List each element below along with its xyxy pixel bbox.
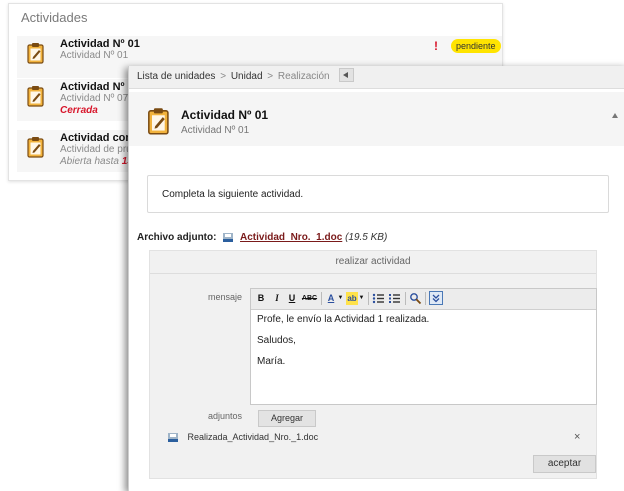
toolbar-divider (321, 292, 322, 305)
submit-button[interactable]: aceptar (533, 455, 596, 473)
open-until-label: Abierta hasta (60, 156, 119, 167)
attached-file-row: Realizada_Actividad_Nro._1.doc (168, 432, 319, 443)
document-icon (223, 232, 234, 242)
strikethrough-button[interactable]: ABC (301, 292, 318, 305)
activity-clipboard-icon (27, 43, 44, 64)
message-content[interactable]: Profe, le envío la Actividad 1 realizada… (257, 314, 429, 377)
breadcrumb: Lista de unidades > Unidad > Realización (129, 66, 624, 89)
activity-subtitle: Actividad Nº 01 (181, 125, 250, 136)
alert-icon: ! (434, 39, 438, 53)
activity-subtitle: Actividad Nº 07 (60, 93, 129, 104)
collapse-arrow-icon[interactable] (612, 113, 618, 118)
breadcrumb-separator: > (220, 71, 227, 82)
message-line: María. (257, 356, 286, 367)
back-arrow-icon[interactable] (339, 68, 355, 83)
breadcrumb-item-units-list[interactable]: Lista de unidades (137, 71, 215, 82)
activity-instructions: Completa la siguiente actividad. (147, 175, 609, 213)
submission-form: realizar actividad mensaje B I U ABC A ▼… (149, 250, 597, 479)
breadcrumb-item-unit[interactable]: Unidad (231, 71, 263, 82)
highlight-color-button[interactable]: ab (346, 292, 358, 305)
message-line: Saludos, (257, 335, 296, 346)
editor-toolbar: B I U ABC A ▼ ab ▼ (251, 289, 596, 310)
highlight-dropdown-icon[interactable]: ▼ (358, 292, 365, 305)
activity-detail-panel: Lista de unidades > Unidad > Realización… (128, 66, 624, 491)
add-attachment-button[interactable]: Agregar (258, 410, 316, 427)
document-icon (168, 433, 178, 443)
attachment-size: (19.5 KB) (345, 232, 388, 243)
message-line: Profe, le envío la Actividad 1 realizada… (257, 314, 430, 325)
activity-clipboard-icon (27, 137, 44, 158)
toolbar-divider (425, 292, 426, 305)
bold-button[interactable]: B (255, 292, 267, 305)
breadcrumb-separator: > (267, 71, 274, 82)
attached-file-name: Realizada_Actividad_Nro._1.doc (187, 432, 319, 442)
expand-toolbar-icon[interactable] (429, 291, 443, 305)
form-title: realizar actividad (150, 251, 596, 274)
bullet-list-icon[interactable] (372, 292, 385, 305)
activity-title: Actividad Nº 01 (60, 38, 140, 50)
activity-title: Actividad Nº 01 (181, 108, 269, 122)
activity-subtitle: Actividad Nº 01 (60, 50, 129, 61)
find-replace-icon[interactable] (409, 292, 422, 305)
numbered-list-icon[interactable] (388, 292, 401, 305)
font-color-button[interactable]: A (325, 292, 337, 305)
attachments-label: adjuntos (207, 411, 242, 421)
activities-list-title: Actividades (21, 10, 88, 25)
message-editor[interactable]: B I U ABC A ▼ ab ▼ Profe, le envío la Ac… (250, 288, 597, 405)
italic-button[interactable]: I (271, 292, 283, 305)
breadcrumb-item-current: Realización (277, 71, 330, 82)
underline-button[interactable]: U (286, 292, 298, 305)
attachment-row: Archivo adjunto: Actividad_Nro._1.doc (1… (137, 232, 387, 243)
status-badge: pendiente (451, 39, 501, 53)
remove-attachment-icon[interactable]: × (574, 431, 580, 443)
font-color-dropdown-icon[interactable]: ▼ (337, 292, 344, 305)
activity-header: Actividad Nº 01 Actividad Nº 01 (129, 92, 624, 146)
attachment-label: Archivo adjunto: (137, 232, 217, 243)
activity-clipboard-icon (148, 108, 169, 135)
activity-clipboard-icon (27, 86, 44, 107)
toolbar-divider (368, 292, 369, 305)
toolbar-divider (405, 292, 406, 305)
attachment-download-link[interactable]: Actividad_Nro._1.doc (240, 232, 342, 243)
message-label: mensaje (207, 292, 242, 302)
activity-status: Cerrada (60, 105, 98, 116)
